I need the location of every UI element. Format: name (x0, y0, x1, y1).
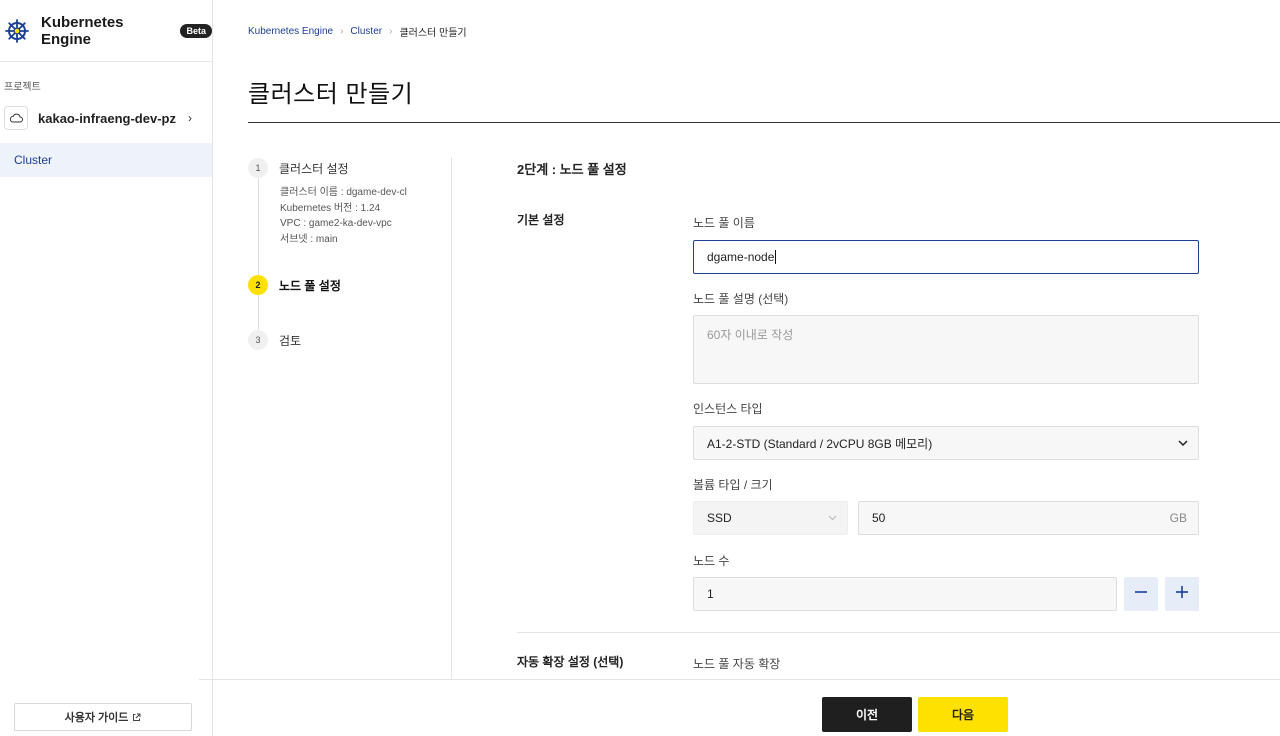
volume-size-input[interactable]: 50 GB (858, 501, 1199, 535)
step-number: 3 (248, 330, 268, 350)
breadcrumb-current: 클러스터 만들기 (399, 28, 467, 39)
node-count-label: 노드 수 (693, 554, 730, 568)
project-name: kakao-infraeng-dev-pz (38, 110, 176, 126)
cloud-icon (4, 106, 28, 130)
chevron-right-icon: › (340, 26, 344, 37)
beta-badge: Beta (180, 23, 212, 38)
sidebar: Kubernetes Engine Beta 프로젝트 kakao-infrae… (0, 0, 213, 736)
step-connector (258, 178, 259, 275)
project-selector[interactable]: kakao-infraeng-dev-pz › (0, 100, 212, 136)
node-pool-desc-label: 노드 풀 설명 (선택) (693, 292, 789, 306)
instance-type-label: 인스턴스 타입 (693, 402, 763, 416)
volume-label: 볼륨 타입 / 크기 (693, 478, 773, 492)
minus-icon (1134, 585, 1148, 604)
step-number: 2 (248, 275, 268, 295)
next-button[interactable]: 다음 (918, 697, 1008, 732)
increment-button[interactable] (1165, 577, 1199, 611)
user-guide-label: 사용자 가이드 (64, 712, 129, 724)
previous-button[interactable]: 이전 (822, 697, 912, 732)
node-count-input[interactable]: 1 (693, 577, 1117, 611)
brand-header: Kubernetes Engine Beta (0, 0, 212, 62)
summary-cluster-name: 클러스터 이름 : dgame-dev-cl (280, 187, 407, 198)
plus-icon (1175, 585, 1189, 604)
summary-vpc: VPC : game2-ka-dev-vpc (280, 218, 392, 229)
step-label: 클러스터 설정 (279, 161, 349, 176)
kubernetes-logo-icon (5, 18, 29, 43)
sidebar-item-cluster[interactable]: Cluster (0, 143, 212, 177)
app-root: Kubernetes Engine Beta 프로젝트 kakao-infrae… (0, 0, 1280, 736)
step-label: 노드 풀 설정 (279, 278, 341, 293)
breadcrumb-kubernetes-engine[interactable]: Kubernetes Engine (248, 26, 333, 37)
decrement-button[interactable] (1124, 577, 1158, 611)
node-pool-name-label: 노드 풀 이름 (693, 216, 755, 230)
node-pool-desc-input[interactable]: 60자 이내로 작성 (693, 315, 1199, 384)
chevron-right-icon: › (188, 111, 192, 125)
node-count-value: 1 (707, 587, 714, 601)
breadcrumb-cluster[interactable]: Cluster (350, 26, 382, 37)
chevron-right-icon: › (389, 26, 393, 37)
step-cluster-settings[interactable]: 1 클러스터 설정 (248, 158, 349, 178)
volume-size-unit: GB (1169, 511, 1187, 525)
autoscale-settings-title: 자동 확장 설정 (선택) (517, 655, 624, 669)
summary-subnet: 서브넷 : main (280, 233, 338, 245)
node-pool-name-input[interactable]: dgame-node (693, 240, 1199, 274)
user-guide-button[interactable]: 사용자 가이드 (14, 703, 192, 731)
form-divider (517, 632, 1280, 633)
step-connector (258, 295, 259, 330)
step-review[interactable]: 3 검토 (248, 330, 301, 350)
instance-type-select[interactable]: A1-2-STD (Standard / 2vCPU 8GB 메모리) (693, 426, 1199, 460)
step-1-summary: 클러스터 이름 : dgame-dev-cl Kubernetes 버전 : 1… (280, 185, 407, 247)
steps-divider (451, 157, 452, 679)
text-caret (775, 250, 777, 264)
summary-k8s-version: Kubernetes 버전 : 1.24 (280, 202, 381, 214)
section-title: 2단계 : 노드 풀 설정 (517, 162, 627, 177)
volume-type-select[interactable]: SSD (693, 501, 848, 535)
step-label: 검토 (279, 333, 302, 348)
breadcrumb: Kubernetes Engine › Cluster › 클러스터 만들기 (248, 24, 467, 39)
step-number: 1 (248, 158, 268, 178)
footer-divider (199, 679, 1280, 680)
chevron-down-icon (1178, 440, 1188, 446)
node-pool-name-value: dgame-node (707, 250, 775, 264)
step-node-pool-settings[interactable]: 2 노드 풀 설정 (248, 275, 341, 295)
chevron-down-icon (828, 515, 837, 521)
project-section-label: 프로젝트 (4, 82, 41, 93)
basic-settings-title: 기본 설정 (517, 213, 565, 227)
page-title: 클러스터 만들기 (248, 81, 414, 108)
title-divider (248, 122, 1280, 123)
node-pool-autoscale-label: 노드 풀 자동 확장 (693, 657, 781, 671)
volume-type-value: SSD (707, 511, 732, 525)
instance-type-value: A1-2-STD (Standard / 2vCPU 8GB 메모리) (707, 436, 933, 451)
brand-name: Kubernetes Engine (41, 13, 124, 48)
volume-size-value: 50 (872, 511, 886, 525)
external-link-icon (132, 713, 141, 722)
